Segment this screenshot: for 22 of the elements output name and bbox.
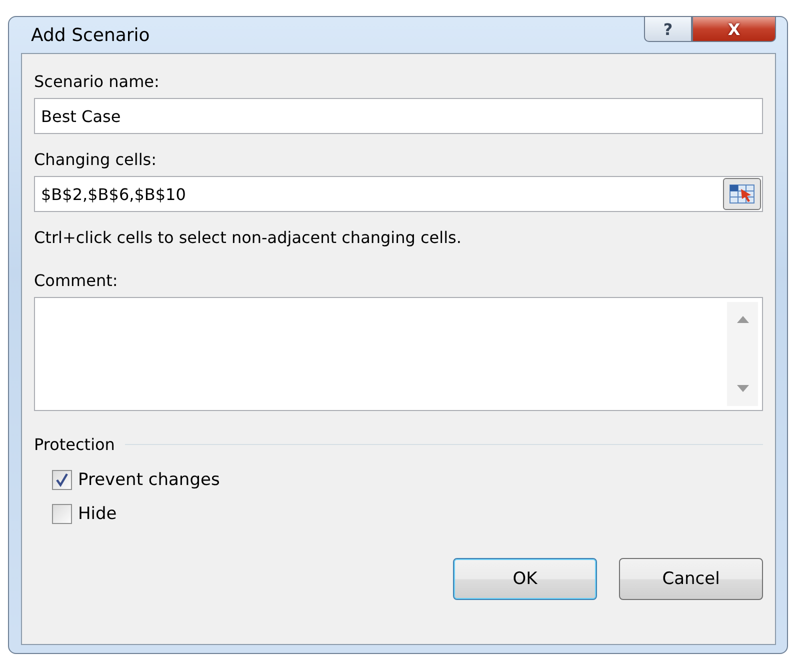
dialog-button[interactable]: Cancel bbox=[619, 558, 763, 600]
help-button[interactable]: ? bbox=[644, 16, 692, 42]
scroll-up-icon bbox=[736, 316, 748, 323]
range-select-button[interactable] bbox=[723, 178, 761, 210]
field-label: Comment: bbox=[34, 271, 119, 291]
field-label: Scenario name: bbox=[34, 72, 160, 92]
window-title: Add Scenario bbox=[31, 25, 150, 46]
comment-field[interactable] bbox=[34, 297, 763, 411]
group-title: Protection bbox=[34, 435, 115, 454]
close-button[interactable]: X bbox=[692, 16, 776, 42]
grid-arrow-icon bbox=[729, 183, 755, 205]
field-label: Changing cells: bbox=[34, 150, 158, 170]
checkbox-label[interactable]: Hide bbox=[78, 504, 117, 524]
scroll-down-icon bbox=[736, 385, 748, 392]
checkbox-label[interactable]: Prevent changes bbox=[78, 470, 220, 490]
checkbox[interactable] bbox=[52, 504, 72, 524]
checkbox[interactable] bbox=[52, 470, 72, 490]
hint-text: Ctrl+click cells to select non-adjacent changing cells. bbox=[34, 228, 462, 247]
scenario-name-field[interactable]: Best Case bbox=[34, 98, 763, 134]
changing-cells-field[interactable]: $B$2,$B$6,$B$10 bbox=[34, 176, 763, 212]
scrollbar[interactable] bbox=[727, 302, 758, 406]
dialog-button[interactable]: OK bbox=[453, 558, 597, 600]
